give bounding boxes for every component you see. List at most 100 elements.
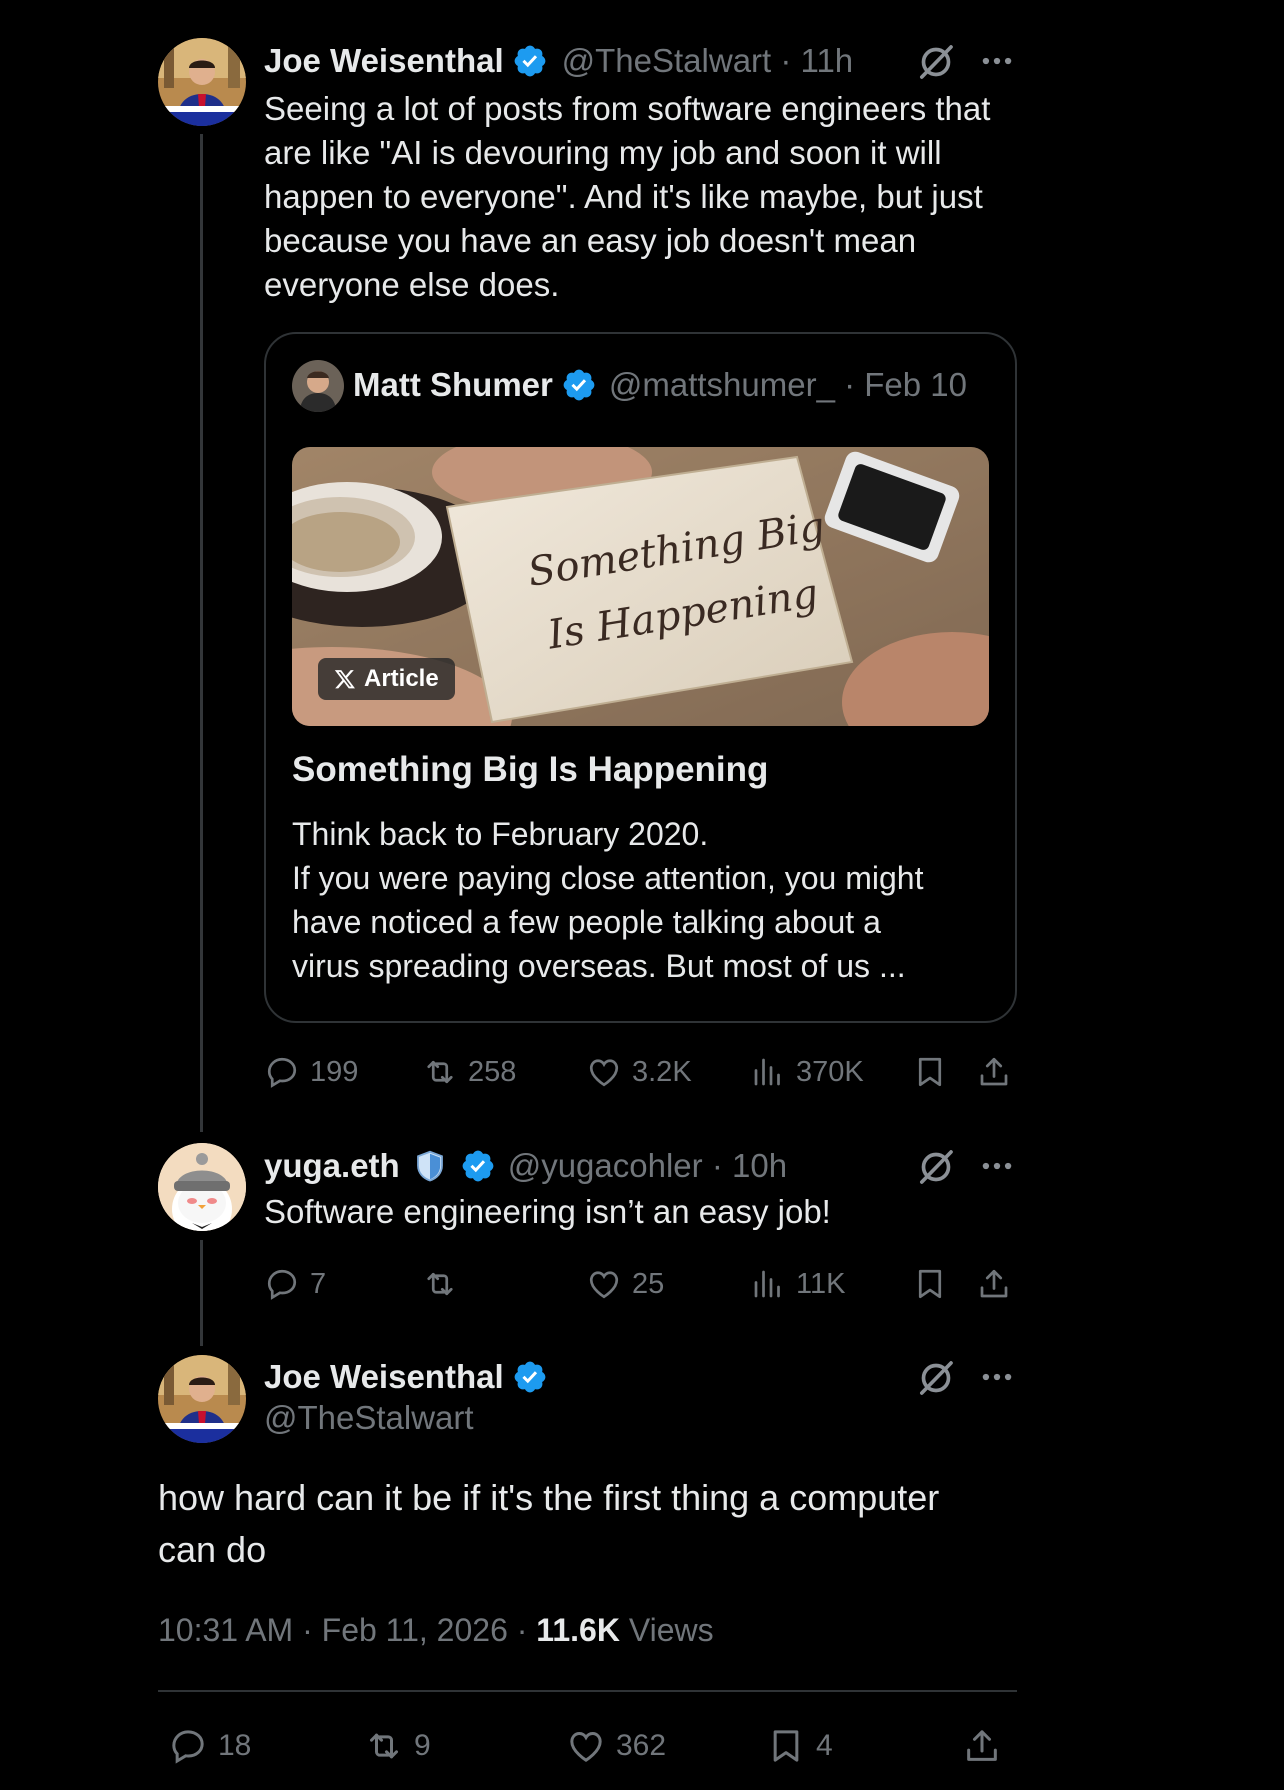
avatar[interactable]	[158, 1355, 246, 1443]
like-icon	[586, 1054, 622, 1090]
avatar[interactable]	[158, 38, 246, 126]
like-button[interactable]: 3.2K	[586, 1054, 692, 1090]
tweet-metadata: 10:31 AM · Feb 11, 2026 · 11.6K Views	[158, 1612, 714, 1649]
separator: ·	[702, 1147, 732, 1184]
main-tweet-text: how hard can it be if it's the first thi…	[158, 1472, 939, 1576]
views-count: 370K	[796, 1055, 864, 1088]
bookmark-icon	[912, 1266, 948, 1302]
timestamp[interactable]: 11h	[801, 42, 854, 80]
views-count[interactable]: 11.6K	[536, 1612, 620, 1648]
repost-count: 9	[414, 1729, 431, 1762]
author-handle[interactable]: @yugacohler	[508, 1147, 703, 1185]
views-icon	[750, 1054, 786, 1090]
repost-button[interactable]: 9	[364, 1726, 431, 1766]
share-button[interactable]	[976, 1266, 1012, 1302]
share-icon	[976, 1054, 1012, 1090]
author-handle[interactable]: @TheStalwart	[562, 42, 772, 80]
views-button[interactable]: 370K	[750, 1054, 864, 1090]
bookmark-button[interactable]: 4	[766, 1726, 833, 1766]
quoted-author-name[interactable]: Matt Shumer	[353, 366, 553, 404]
like-button[interactable]: 25	[586, 1266, 664, 1302]
like-count: 25	[632, 1267, 665, 1300]
text-line: can do	[158, 1529, 267, 1570]
more-icon[interactable]	[978, 1147, 1016, 1185]
quoted-date[interactable]: Feb 10	[864, 366, 967, 404]
reply-count: 199	[310, 1055, 359, 1088]
grok-icon[interactable]	[916, 1358, 956, 1398]
post-date[interactable]: Feb 11, 2026	[322, 1612, 508, 1648]
article-title[interactable]: Something Big Is Happening	[292, 750, 768, 790]
verified-icon	[512, 43, 548, 79]
bookmark-button[interactable]	[912, 1054, 948, 1090]
shield-icon	[412, 1148, 448, 1184]
divider	[158, 1690, 1017, 1692]
text-line: because you have an easy job doesn't mea…	[264, 222, 917, 259]
like-icon	[586, 1266, 622, 1302]
like-count: 3.2K	[632, 1055, 692, 1088]
share-icon	[962, 1726, 1002, 1766]
quoted-header: Matt Shumer @mattshumer_ · Feb 10	[353, 362, 967, 408]
views-icon	[750, 1266, 786, 1302]
tweet-text: Software engineering isn’t an easy job!	[264, 1193, 831, 1230]
like-button[interactable]: 362	[566, 1726, 666, 1766]
avatar[interactable]	[158, 1143, 246, 1231]
text-line: Seeing a lot of posts from software engi…	[264, 90, 991, 127]
grok-icon[interactable]	[916, 42, 956, 82]
reply-icon	[264, 1266, 300, 1302]
share-button[interactable]	[962, 1726, 1002, 1766]
separator: ·	[771, 42, 801, 79]
reply-button[interactable]: 7	[264, 1266, 326, 1302]
repost-button[interactable]	[422, 1266, 468, 1302]
tweet-header: yuga.eth @yugacohler · 10h	[264, 1143, 787, 1189]
views-button[interactable]: 11K	[750, 1266, 845, 1302]
reply-button[interactable]: 199	[264, 1054, 358, 1090]
verified-icon	[460, 1148, 496, 1184]
share-button[interactable]	[976, 1054, 1012, 1090]
text-line: happen to everyone". And it's like maybe…	[264, 178, 983, 215]
bookmark-count: 4	[816, 1729, 833, 1762]
share-icon	[976, 1266, 1012, 1302]
excerpt-line: virus spreading overseas. But most of us…	[292, 948, 906, 984]
bookmark-button[interactable]	[912, 1266, 948, 1302]
author-name[interactable]: yuga.eth	[264, 1147, 400, 1185]
repost-icon	[364, 1726, 404, 1766]
repost-count: 258	[468, 1055, 517, 1088]
article-badge: Article	[318, 658, 455, 700]
article-badge-label: Article	[364, 665, 439, 692]
views-label: Views	[628, 1612, 714, 1648]
quoted-handle[interactable]: @mattshumer_	[609, 366, 835, 404]
reply-count: 18	[218, 1729, 252, 1762]
text-line: are like "AI is devouring my job and soo…	[264, 134, 942, 171]
excerpt-line: If you were paying close attention, you …	[292, 860, 924, 896]
thread-line	[200, 134, 203, 1132]
like-icon	[566, 1726, 606, 1766]
repost-icon	[422, 1054, 458, 1090]
text-line: how hard can it be if it's the first thi…	[158, 1477, 940, 1518]
text-line: everyone else does.	[264, 266, 560, 303]
author-handle[interactable]: @TheStalwart	[264, 1399, 474, 1437]
tweet-header: Joe Weisenthal @TheStalwart · 11h	[264, 38, 853, 84]
excerpt-line: have noticed a few people talking about …	[292, 904, 881, 940]
post-time[interactable]: 10:31 AM	[158, 1612, 293, 1648]
tweet-actions: 199 258 3.2K 370K	[264, 1052, 1024, 1092]
tweet-actions: 7 25 11K	[264, 1264, 1024, 1304]
main-tweet-author: Joe Weisenthal	[264, 1354, 548, 1400]
views-count: 11K	[796, 1267, 846, 1300]
more-icon[interactable]	[978, 42, 1016, 80]
repost-button[interactable]: 258	[422, 1054, 516, 1090]
timestamp[interactable]: 10h	[732, 1147, 787, 1185]
author-name[interactable]: Joe Weisenthal	[264, 42, 504, 80]
bookmark-icon	[912, 1054, 948, 1090]
quoted-avatar[interactable]	[292, 360, 344, 412]
author-name[interactable]: Joe Weisenthal	[264, 1358, 504, 1396]
repost-icon	[422, 1266, 458, 1302]
separator: ·	[516, 1612, 537, 1648]
verified-icon	[561, 367, 597, 403]
separator: ·	[302, 1612, 322, 1648]
grok-icon[interactable]	[916, 1147, 956, 1187]
reply-button[interactable]: 18	[168, 1726, 251, 1766]
more-icon[interactable]	[978, 1358, 1016, 1396]
article-excerpt: Think back to February 2020. If you were…	[292, 812, 992, 988]
reply-icon	[168, 1726, 208, 1766]
main-tweet-actions: 18 9 362 4	[158, 1722, 1017, 1770]
